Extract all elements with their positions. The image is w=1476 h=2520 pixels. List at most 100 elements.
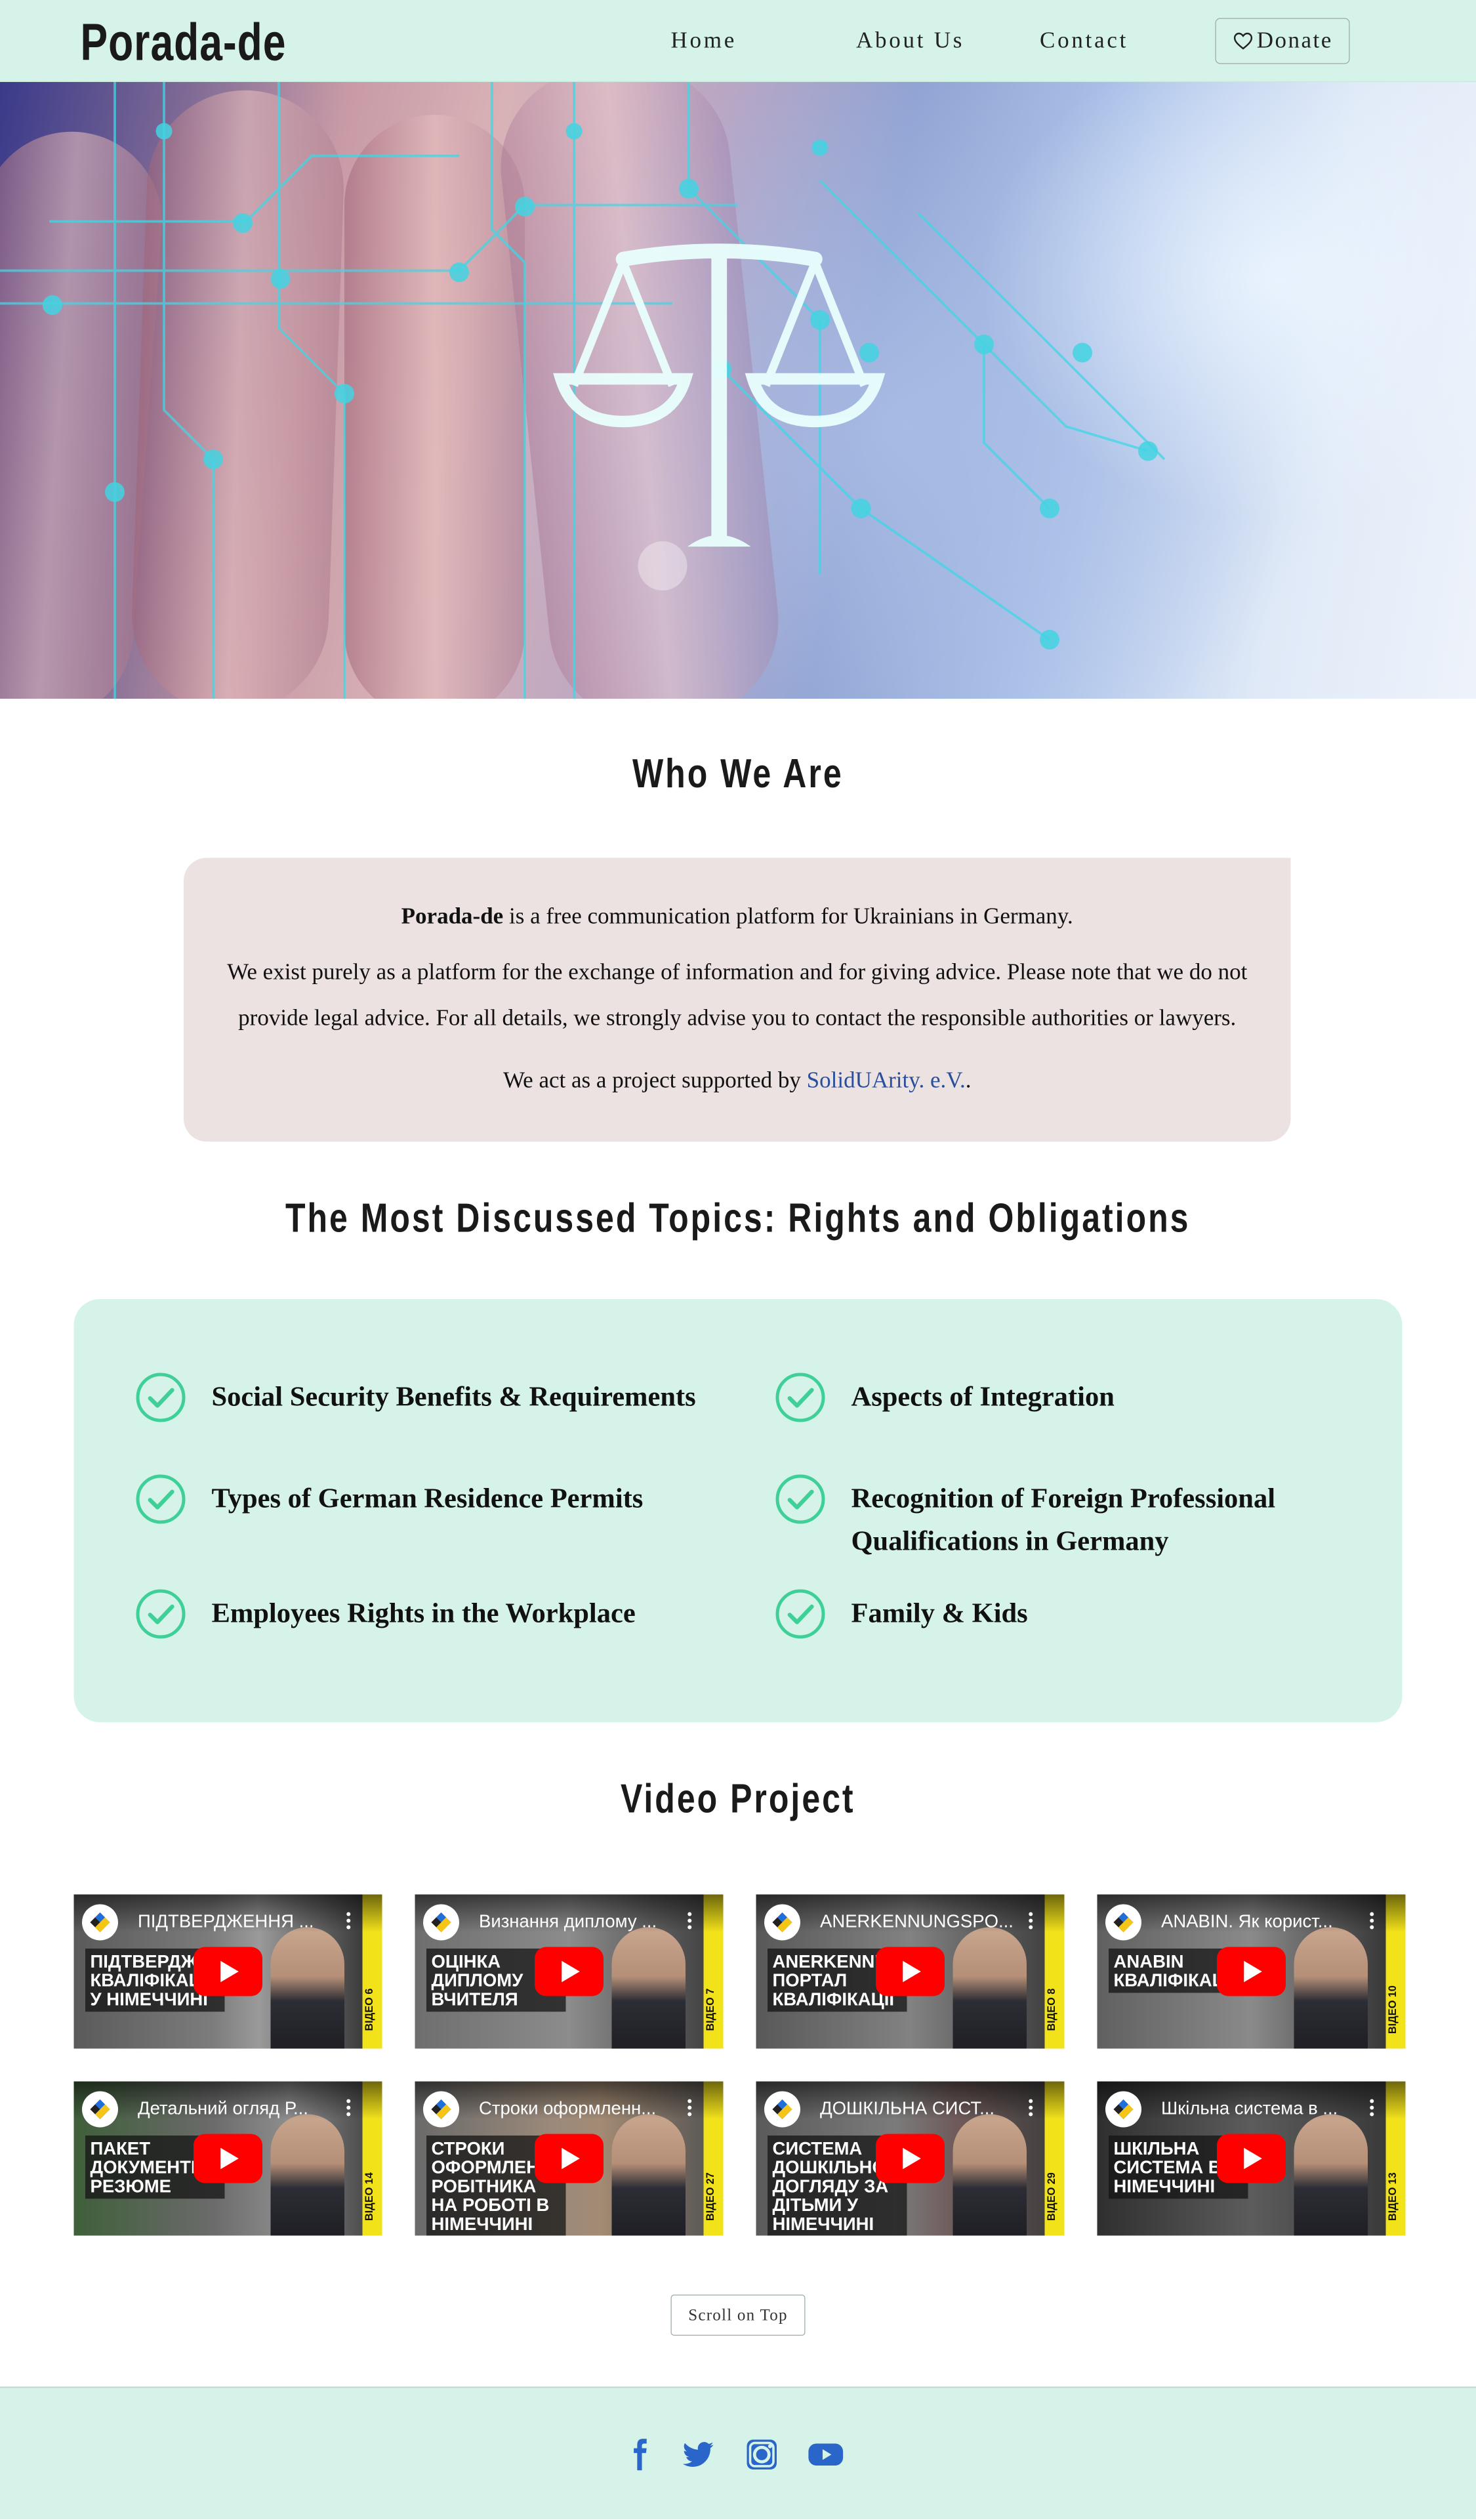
check-circle-icon	[136, 1589, 186, 1639]
video-number: ВІДЕО 27	[704, 2172, 716, 2221]
video-thumbnail[interactable]: ПАКЕТ ДОКУМЕНТІВ РЕЗЮМЕ Детальний огляд Р…	[73, 2081, 382, 2236]
youtube-icon[interactable]	[807, 2436, 845, 2474]
video-number: ВІДЕО 8	[1045, 1988, 1057, 2031]
channel-logo[interactable]	[1105, 2091, 1141, 2128]
video-title[interactable]: ДОШКІЛЬНА СИСТ...	[820, 2098, 1033, 2120]
check-circle-icon	[136, 1474, 186, 1524]
topics-card: Social Security Benefits & Requirements …	[73, 1299, 1403, 1722]
more-options-icon[interactable]	[346, 1911, 352, 1931]
check-circle-icon	[775, 1589, 825, 1639]
channel-logo[interactable]	[764, 2091, 800, 2128]
video-title[interactable]: Визнання диплому ...	[479, 1911, 692, 1933]
presenter-image	[953, 1927, 1027, 2049]
presenter-image	[270, 1927, 344, 2049]
topic-item[interactable]: Social Security Benefits & Requirements	[134, 1373, 696, 1424]
solidarity-logo-icon	[424, 2093, 458, 2126]
topic-label: Social Security Benefits & Requirements	[211, 1382, 696, 1413]
solidarity-link[interactable]: SolidUArity. e.V.	[807, 1068, 966, 1094]
donate-button[interactable]: Donate	[1215, 18, 1350, 64]
play-button-icon[interactable]	[1217, 2134, 1286, 2183]
topic-item[interactable]: Recognition of Foreign Professional Qual…	[774, 1474, 1364, 1563]
nav-link-contact[interactable]: Contact	[1040, 28, 1128, 54]
check-circle-icon	[775, 1474, 825, 1524]
more-options-icon[interactable]	[1370, 2098, 1375, 2118]
more-options-icon[interactable]	[346, 2098, 352, 2118]
video-number: ВІДЕО 29	[1045, 2172, 1057, 2221]
topics-heading: The Most Discussed Topics: Rights and Ob…	[285, 1195, 1191, 1241]
channel-logo[interactable]	[82, 1904, 118, 1941]
video-number: ВІДЕО 6	[363, 1988, 375, 2031]
play-button-icon[interactable]	[535, 1947, 604, 1996]
instagram-icon[interactable]	[743, 2436, 781, 2474]
play-button-icon[interactable]	[876, 1947, 945, 1996]
supported-by-text: We act as a project supported by	[502, 1067, 807, 1094]
site-brand[interactable]: Porada-de	[81, 12, 287, 73]
topic-label: Types of German Residence Permits	[211, 1483, 644, 1514]
solidarity-logo-icon	[766, 2093, 799, 2126]
navbar: Porada-de Home About Us Contact Donate	[0, 0, 1476, 82]
video-title[interactable]: ANABIN. Як корист...	[1161, 1911, 1374, 1933]
who-disclaimer: We exist purely as a platform for the ex…	[227, 959, 1248, 1031]
video-thumbnail[interactable]: ANABIN КВАЛІФІКАЦІЇ ANABIN. Як корист... В…	[1097, 1894, 1406, 2049]
video-thumbnail[interactable]: СИСТЕМА ДОШКІЛЬНОГО ДОГЛЯДУ ЗА ДІТЬМИ У …	[756, 2081, 1065, 2236]
brand-name-bold: Porada-de	[401, 903, 504, 930]
topic-item[interactable]: Employees Rights in the Workplace	[134, 1589, 636, 1641]
site: Porada-de Home About Us Contact Donate W…	[0, 0, 1476, 2519]
video-number: ВІДЕО 13	[1386, 2172, 1399, 2221]
presenter-image	[1294, 2114, 1368, 2236]
footer	[0, 2386, 1476, 2519]
video-number: ВІДЕО 10	[1386, 1985, 1399, 2035]
video-title[interactable]: Детальний огляд Р...	[138, 2098, 351, 2120]
who-supported-by: We act as a project supported by SolidUA…	[184, 1058, 1291, 1104]
check-circle-icon	[775, 1373, 825, 1422]
video-title[interactable]: Строки оформленн...	[479, 2098, 692, 2120]
presenter-image	[611, 1927, 686, 2049]
play-button-icon[interactable]	[194, 1947, 262, 1996]
topic-item[interactable]: Types of German Residence Permits	[134, 1474, 644, 1526]
presenter-image	[611, 2114, 686, 2236]
supported-by-suffix: .	[965, 1067, 972, 1094]
play-button-icon[interactable]	[876, 2134, 945, 2183]
more-options-icon[interactable]	[687, 1911, 693, 1931]
channel-logo[interactable]	[764, 1904, 800, 1941]
channel-logo[interactable]	[1105, 1904, 1141, 1941]
video-thumbnail[interactable]: СТРОКИ ОФОРМЛЕННЯ РОБІТНИКА НА РОБОТІ В …	[415, 2081, 724, 2236]
video-title[interactable]: ПІДТВЕРДЖЕННЯ ...	[138, 1911, 351, 1933]
solidarity-logo-icon	[1107, 1906, 1140, 1939]
presenter-image	[1294, 1927, 1368, 2049]
topic-item[interactable]: Family & Kids	[774, 1589, 1028, 1641]
channel-logo[interactable]	[423, 2091, 459, 2128]
video-thumbnail[interactable]: ПІДТВЕРДЖЕННЯ КВАЛІФІКАЦІЇ У НІМЕЧЧИНІ ПІ…	[73, 1894, 382, 2049]
channel-logo[interactable]	[423, 1904, 459, 1941]
play-button-icon[interactable]	[535, 2134, 604, 2183]
donate-label: Donate	[1256, 28, 1333, 54]
play-button-icon[interactable]	[1217, 1947, 1286, 1996]
twitter-icon[interactable]	[679, 2436, 717, 2474]
solidarity-logo-icon	[424, 1906, 458, 1939]
more-options-icon[interactable]	[1370, 1911, 1375, 1931]
solidarity-logo-icon	[766, 1906, 799, 1939]
video-thumbnail[interactable]: ОЦІНКА ДИПЛОМУ ВЧИТЕЛЯ Визнання диплому .…	[415, 1894, 724, 2049]
video-title[interactable]: ANERKENNUNGSPO...	[820, 1911, 1033, 1933]
more-options-icon[interactable]	[1029, 1911, 1034, 1931]
topic-label: Family & Kids	[851, 1598, 1028, 1629]
topic-item[interactable]: Aspects of Integration	[774, 1373, 1115, 1424]
nav-link-home[interactable]: Home	[671, 28, 737, 54]
scroll-to-top-button[interactable]: Scroll on Top	[670, 2294, 806, 2336]
video-number: ВІДЕО 7	[704, 1988, 716, 2031]
video-title[interactable]: Шкільна система в ...	[1161, 2098, 1374, 2120]
circuit-overlay	[0, 82, 1166, 699]
heart-icon	[1233, 32, 1252, 50]
play-button-icon[interactable]	[194, 2134, 262, 2183]
video-thumbnail[interactable]: ANERKENNUNGS ПОРТАЛ КВАЛІФІКАЦІЇ ANERKENN…	[756, 1894, 1065, 2049]
video-project-heading: Video Project	[621, 1775, 855, 1822]
channel-logo[interactable]	[82, 2091, 118, 2128]
who-we-are-heading: Who We Are	[632, 750, 844, 796]
who-we-are-card: Porada-de is a free communication platfo…	[184, 857, 1291, 1142]
video-thumbnail[interactable]: ШКІЛЬНА СИСТЕМА В НІМЕЧЧИНІ Шкільна систе…	[1097, 2081, 1406, 2236]
facebook-icon[interactable]	[620, 2436, 658, 2474]
more-options-icon[interactable]	[1029, 2098, 1034, 2118]
more-options-icon[interactable]	[687, 2098, 693, 2118]
solidarity-logo-icon	[83, 2093, 117, 2126]
nav-link-about-us[interactable]: About Us	[856, 28, 964, 54]
